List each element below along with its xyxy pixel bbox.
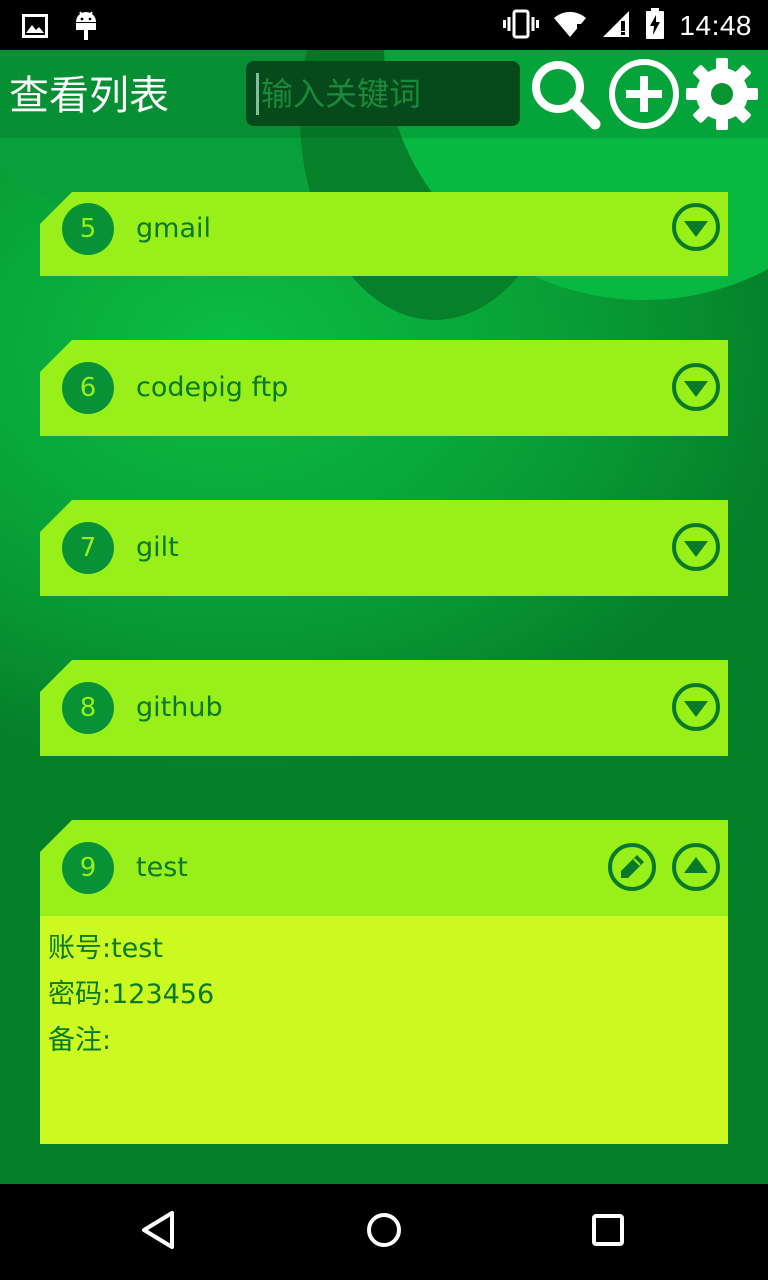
expand-button[interactable] [671,202,721,256]
list-item-header[interactable]: 6 codepig ftp [40,340,728,436]
android-notification-icon [74,10,98,46]
app-bar: 查看列表 [0,50,768,138]
collapse-button[interactable] [671,842,721,896]
item-name: gilt [136,532,179,563]
password-text: 密码:123456 [48,979,215,1010]
home-icon [360,1206,408,1258]
gear-icon [684,56,760,136]
search-input[interactable] [256,73,512,115]
back-icon [136,1206,184,1258]
item-number: 9 [62,842,114,894]
item-name: test [136,852,188,883]
list-item-expanded[interactable]: 9 test 账号:test 密码:123456 备注: [40,820,728,1144]
chevron-down-circle-icon [671,362,721,416]
page-title: 查看列表 [9,73,169,119]
note-text: 备注: [48,1025,112,1056]
vibrate-icon [503,9,540,43]
status-bar: 14:48 [0,0,768,50]
settings-button[interactable] [684,58,760,134]
item-number: 5 [62,203,114,255]
status-time: 14:48 [679,10,752,41]
battery-charging-icon [645,8,665,44]
chevron-up-circle-icon [671,842,721,896]
navigation-bar [0,1184,768,1280]
expand-button[interactable] [671,682,721,736]
list-item-header[interactable]: 7 gilt [40,500,728,596]
item-name: gmail [136,213,211,244]
signal-icon [601,9,631,43]
back-button[interactable] [136,1208,184,1256]
list-item[interactable]: 5 gmail [40,192,728,276]
item-detail: 账号:test 密码:123456 备注: [40,916,728,1144]
search-button[interactable] [527,58,603,134]
home-button[interactable] [360,1208,408,1256]
expand-button[interactable] [671,522,721,576]
chevron-down-circle-icon [671,682,721,736]
image-notification-icon [22,14,48,42]
wifi-icon [553,10,587,42]
edit-button[interactable] [607,842,657,896]
list-item[interactable]: 8 github [40,660,728,756]
add-circle-icon [606,56,682,136]
list-item-header[interactable]: 5 gmail [40,192,728,276]
list-item[interactable]: 6 codepig ftp [40,340,728,436]
item-name: codepig ftp [136,372,289,403]
chevron-down-circle-icon [671,202,721,256]
item-number: 6 [62,362,114,414]
list-item[interactable]: 7 gilt [40,500,728,596]
list-item-header[interactable]: 9 test [40,820,728,916]
expand-button[interactable] [671,362,721,416]
account-text: 账号:test [48,933,163,964]
item-number: 7 [62,522,114,574]
recent-apps-icon [584,1206,632,1258]
search-box[interactable] [246,61,520,126]
chevron-down-circle-icon [671,522,721,576]
item-number: 8 [62,682,114,734]
item-name: github [136,692,223,723]
list-item-header[interactable]: 8 github [40,660,728,756]
pencil-icon [607,842,657,896]
search-icon [527,56,603,136]
recent-apps-button[interactable] [584,1208,632,1256]
add-button[interactable] [606,58,682,134]
